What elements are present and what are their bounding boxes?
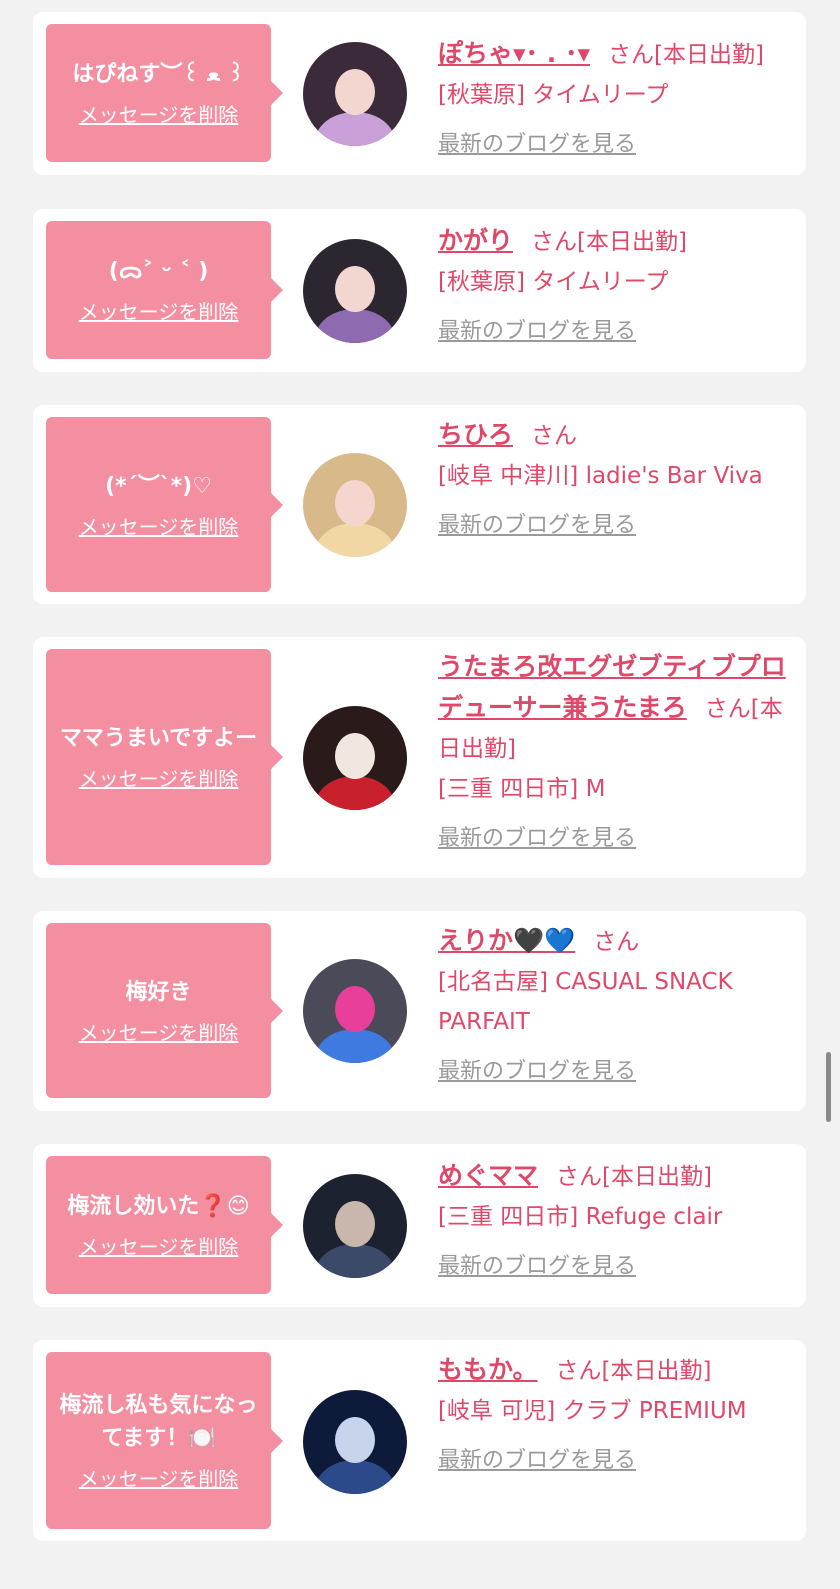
- delete-message-link[interactable]: メッセージを削除: [79, 511, 239, 540]
- cast-info: えりか🖤💙 さん [北名古屋] CASUAL SNACK PARFAIT 最新のブログ…: [438, 921, 793, 1092]
- cast-name-line: かがり さん[本日出勤]: [438, 221, 793, 262]
- blog-link[interactable]: 最新のブログを見る: [438, 125, 636, 165]
- honorific-status: さん[本日出勤]: [531, 229, 687, 255]
- avatar[interactable]: [303, 453, 407, 557]
- girl-photo-icon: [303, 42, 407, 146]
- girl-photo-icon: [303, 453, 407, 557]
- honorific-status: さん[本日出勤]: [608, 42, 764, 68]
- heart-sticker-photo-icon: [303, 959, 407, 1063]
- avatar[interactable]: [303, 1174, 407, 1278]
- favorite-card: はぴねす︶꒰ ﻌ ꒱ メッセージを削除 ぽちゃ▾･ . ･▾ さん[本日出勤] [秋葉原…: [33, 12, 806, 175]
- cast-name-line: ちひろ さん: [438, 415, 793, 456]
- santa-photo-icon: [303, 706, 407, 810]
- favorite-card: 梅流し効いた❓😊 メッセージを削除 めぐママ さん[本日出勤] [三重 四日市] Ref…: [33, 1144, 806, 1307]
- honorific-status: さん: [593, 929, 640, 955]
- favorite-card: 梅好きメッセージを削除 えりか🖤💙 さん [北名古屋] CASUAL SNACK PA…: [33, 911, 806, 1111]
- avatar[interactable]: [303, 1390, 407, 1494]
- cast-info: ももか。 さん[本日出勤] [岐阜 可児] クラブ PREMIUM 最新のブログを見る: [438, 1350, 793, 1481]
- blog-link[interactable]: 最新のブログを見る: [438, 1052, 636, 1092]
- cast-info: うたまろ改エグゼブティブプロデューサー兼うたまろ さん[本日出勤] [三重 四日市]…: [438, 647, 793, 859]
- delete-message-link[interactable]: メッセージを削除: [79, 763, 239, 792]
- delete-message-link[interactable]: メッセージを削除: [79, 1017, 239, 1046]
- message-text: はぴねす︶꒰ ﻌ ꒱: [72, 62, 245, 87]
- message-text: 梅流し効いた❓😊: [67, 1194, 250, 1219]
- shop-label: [岐阜 可児] クラブ PREMIUM: [438, 1398, 747, 1424]
- avatar[interactable]: [303, 239, 407, 343]
- delete-message-link[interactable]: メッセージを削除: [79, 1463, 239, 1492]
- avatar[interactable]: [303, 959, 407, 1063]
- favorites-list: はぴねす︶꒰ ﻌ ꒱ メッセージを削除 ぽちゃ▾･ . ･▾ さん[本日出勤] [秋葉原…: [0, 0, 840, 1589]
- delete-message-link[interactable]: メッセージを削除: [79, 1231, 239, 1260]
- shop-label: [北名古屋] CASUAL SNACK PARFAIT: [438, 969, 733, 1035]
- cast-info: かがり さん[本日出勤] [秋葉原] タイムリープ最新のブログを見る: [438, 221, 793, 352]
- message-text: (ᯅ˃ ᵕ ˂ ): [108, 259, 209, 284]
- honorific-status: さん[本日出勤]: [556, 1164, 712, 1190]
- blog-link[interactable]: 最新のブログを見る: [438, 1247, 636, 1287]
- shop-label: [三重 四日市] M: [438, 776, 606, 802]
- cast-name-line: うたまろ改エグゼブティブプロデューサー兼うたまろ さん[本日出勤]: [438, 647, 793, 769]
- cast-name-link[interactable]: ちひろ: [438, 420, 513, 449]
- honorific-status: さん: [531, 423, 578, 449]
- favorite-card: ママうまいですよー メッセージを削除 うたまろ改エグゼブティブプロデューサー兼うたま…: [33, 637, 806, 878]
- blog-link[interactable]: 最新のブログを見る: [438, 312, 636, 352]
- shop-label: [三重 四日市] Refuge clair: [438, 1204, 723, 1230]
- blog-link[interactable]: 最新のブログを見る: [438, 506, 636, 546]
- scrollbar[interactable]: [826, 1052, 831, 1122]
- shop-label: [秋葉原] タイムリープ: [438, 269, 669, 295]
- cast-info: ぽちゃ▾･ . ･▾ さん[本日出勤] [秋葉原] タイムリープ最新のブログを見る: [438, 34, 793, 165]
- delete-message-link[interactable]: メッセージを削除: [79, 296, 239, 325]
- message-bubble: はぴねす︶꒰ ﻌ ꒱ メッセージを削除: [46, 24, 283, 162]
- cast-name-link[interactable]: めぐママ: [438, 1161, 538, 1190]
- girl-photo-icon: [303, 1174, 407, 1278]
- favorite-card: (ᯅ˃ ᵕ ˂ ) メッセージを削除 かがり さん[本日出勤] [秋葉原] タイムリープ…: [33, 209, 806, 372]
- night-scene-photo-icon: [303, 1390, 407, 1494]
- favorite-card: (*´︶`*)♡ メッセージを削除 ちひろ さん [岐阜 中津川] ladie's Ba…: [33, 405, 806, 604]
- message-text: 梅流し私も気になってます！🍽️: [59, 1393, 258, 1451]
- shop-label: [秋葉原] タイムリープ: [438, 82, 669, 108]
- cast-name-line: ぽちゃ▾･ . ･▾ さん[本日出勤]: [438, 34, 793, 75]
- avatar[interactable]: [303, 42, 407, 146]
- delete-message-link[interactable]: メッセージを削除: [79, 99, 239, 128]
- blog-link[interactable]: 最新のブログを見る: [438, 819, 636, 859]
- favorite-card: 梅流し私も気になってます！🍽️ メッセージを削除 ももか。 さん[本日出勤] [岐阜 可…: [33, 1340, 806, 1541]
- avatar[interactable]: [303, 706, 407, 810]
- message-bubble: 梅流し効いた❓😊 メッセージを削除: [46, 1156, 283, 1294]
- honorific-status: さん[本日出勤]: [555, 1358, 712, 1384]
- message-bubble: 梅好きメッセージを削除: [46, 923, 283, 1098]
- cast-name-line: めぐママ さん[本日出勤]: [438, 1156, 793, 1197]
- message-bubble: (ᯅ˃ ᵕ ˂ ) メッセージを削除: [46, 221, 283, 359]
- cast-info: ちひろ さん [岐阜 中津川] ladie's Bar Viva 最新のブログを見る: [438, 415, 793, 546]
- cast-name-link[interactable]: かがり: [438, 226, 513, 255]
- message-bubble: (*´︶`*)♡ メッセージを削除: [46, 417, 283, 592]
- message-text: (*´︶`*)♡: [105, 473, 212, 499]
- cast-name-link[interactable]: ぽちゃ▾･ . ･▾: [438, 39, 590, 68]
- cast-name-link[interactable]: ももか。: [438, 1355, 538, 1384]
- cast-name-link[interactable]: えりか🖤💙: [438, 926, 575, 955]
- message-bubble: 梅流し私も気になってます！🍽️ メッセージを削除: [46, 1352, 283, 1529]
- cast-info: めぐママ さん[本日出勤] [三重 四日市] Refuge clair 最新のブログを…: [438, 1156, 793, 1287]
- message-bubble: ママうまいですよーメッセージを削除: [46, 649, 283, 865]
- message-text: 梅好き: [125, 979, 192, 1005]
- message-text: ママうまいですよー: [59, 726, 258, 751]
- cast-name-line: ももか。 さん[本日出勤]: [438, 1350, 793, 1391]
- cast-name-line: えりか🖤💙 さん: [438, 921, 793, 962]
- girl-photo-icon: [303, 239, 407, 343]
- blog-link[interactable]: 最新のブログを見る: [438, 1441, 636, 1481]
- shop-label: [岐阜 中津川] ladie's Bar Viva: [438, 463, 763, 489]
